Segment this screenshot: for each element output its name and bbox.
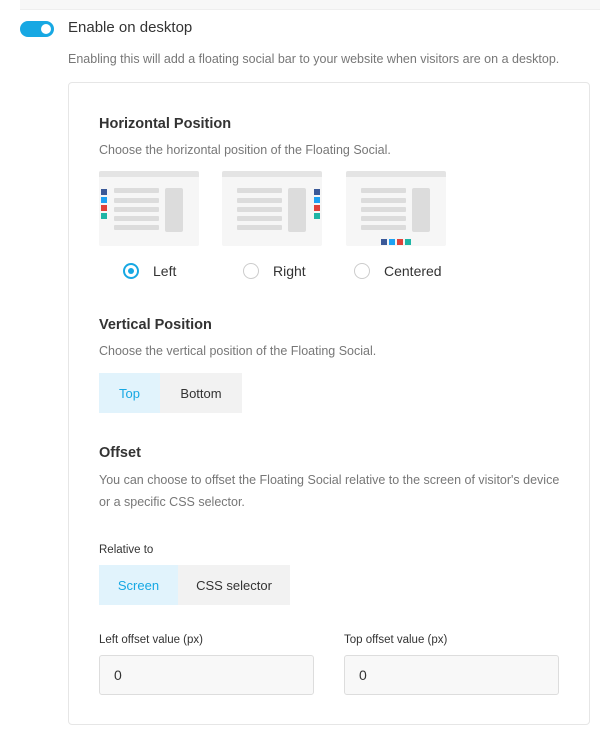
- left-offset-label: Left offset value (px): [99, 634, 203, 646]
- social-square: [314, 197, 320, 203]
- illus-header: [222, 171, 322, 177]
- social-square: [389, 239, 395, 245]
- illus-header: [99, 171, 199, 177]
- vertical-position-selector: Top Bottom: [99, 373, 242, 413]
- illus-line: [361, 198, 406, 203]
- vertical-position-description: Choose the vertical position of the Floa…: [99, 344, 377, 358]
- illus-sidebar: [288, 188, 306, 232]
- radio-dot: [354, 263, 370, 279]
- illus-line: [237, 188, 282, 193]
- illus-line: [361, 216, 406, 221]
- social-square: [101, 197, 107, 203]
- vertical-top-button[interactable]: Top: [99, 373, 160, 413]
- toggle-knob: [41, 24, 51, 34]
- top-offset-label: Top offset value (px): [344, 634, 448, 646]
- vertical-bottom-button[interactable]: Bottom: [160, 373, 242, 413]
- social-square: [381, 239, 387, 245]
- social-square: [314, 205, 320, 211]
- relative-screen-button[interactable]: Screen: [99, 565, 178, 605]
- radio-right[interactable]: Right: [243, 263, 306, 279]
- illus-line: [114, 207, 159, 212]
- position-right-illustration[interactable]: [222, 171, 322, 246]
- illus-line: [114, 198, 159, 203]
- left-offset-input[interactable]: 0: [99, 655, 314, 695]
- radio-centered[interactable]: Centered: [354, 263, 442, 279]
- social-square: [314, 213, 320, 219]
- offset-description: You can choose to offset the Floating So…: [99, 473, 560, 509]
- illus-header: [346, 171, 446, 177]
- illus-line: [114, 188, 159, 193]
- enable-desktop-description: Enabling this will add a floating social…: [68, 52, 560, 66]
- relative-css-selector-button[interactable]: CSS selector: [178, 565, 290, 605]
- radio-right-label: Right: [273, 263, 306, 279]
- relative-to-selector: Screen CSS selector: [99, 565, 290, 605]
- top-offset-input[interactable]: 0: [344, 655, 559, 695]
- relative-to-label: Relative to: [99, 544, 154, 556]
- enable-desktop-toggle[interactable]: [20, 21, 54, 37]
- vertical-position-title: Vertical Position: [99, 317, 212, 333]
- social-square: [314, 189, 320, 195]
- social-square: [101, 189, 107, 195]
- radio-left[interactable]: Left: [123, 263, 176, 279]
- illus-line: [237, 207, 282, 212]
- radio-dot: [243, 263, 259, 279]
- illus-line: [237, 198, 282, 203]
- illus-line: [237, 216, 282, 221]
- illus-line: [361, 207, 406, 212]
- illus-sidebar: [412, 188, 430, 232]
- radio-centered-label: Centered: [384, 263, 442, 279]
- social-square: [101, 213, 107, 219]
- enable-desktop-label: Enable on desktop: [68, 19, 193, 36]
- offset-title: Offset: [99, 445, 141, 461]
- horizontal-position-title: Horizontal Position: [99, 116, 232, 132]
- enable-desktop-row: Enable on desktop: [20, 18, 192, 40]
- illus-line: [114, 216, 159, 221]
- horizontal-position-description: Choose the horizontal position of the Fl…: [99, 143, 391, 157]
- illus-line: [361, 188, 406, 193]
- radio-left-label: Left: [153, 263, 177, 279]
- position-left-illustration[interactable]: [99, 171, 199, 246]
- illus-line: [361, 225, 406, 230]
- position-centered-illustration[interactable]: [346, 171, 446, 246]
- illus-sidebar: [165, 188, 183, 232]
- illus-line: [114, 225, 159, 230]
- radio-dot: [123, 263, 139, 279]
- illus-line: [237, 225, 282, 230]
- social-square: [101, 205, 107, 211]
- social-square: [405, 239, 411, 245]
- desktop-settings-panel: Horizontal Position Choose the horizonta…: [68, 82, 590, 725]
- social-square: [397, 239, 403, 245]
- top-divider: [20, 0, 600, 10]
